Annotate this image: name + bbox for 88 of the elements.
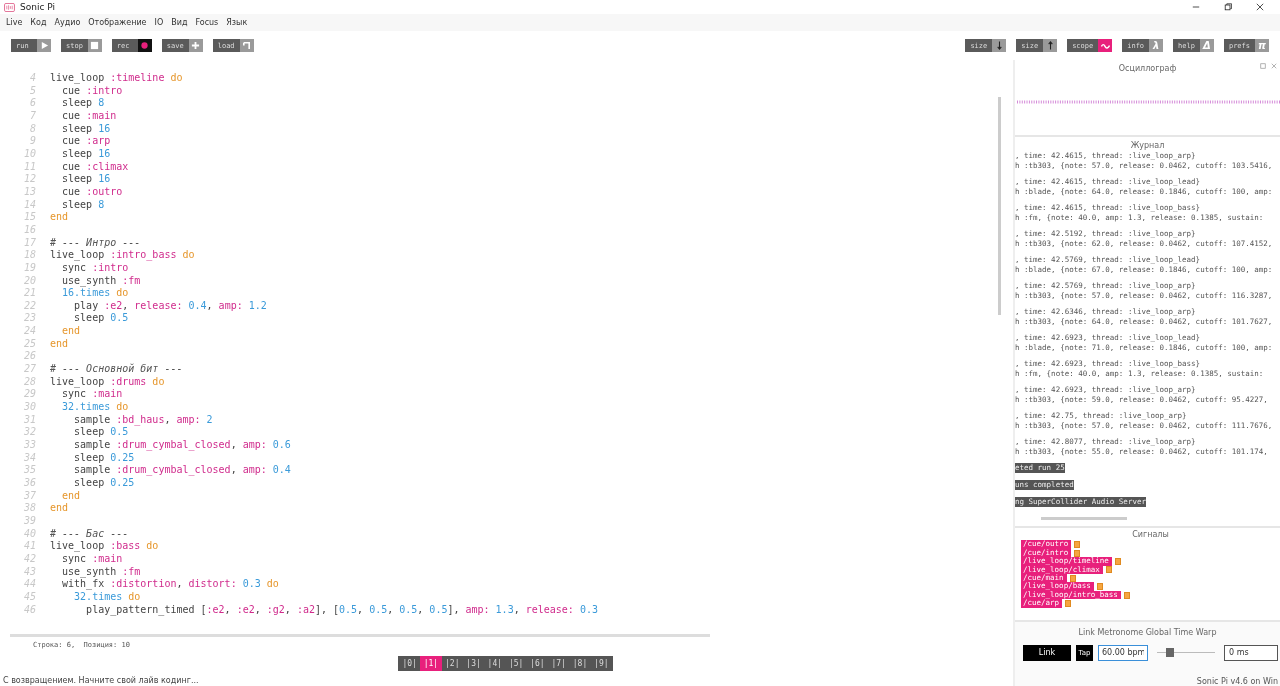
menu-item[interactable]: Live [6, 18, 23, 27]
version-label: Sonic Pi v4.6 on Win [1196, 677, 1278, 686]
buffer-tab[interactable]: |9| [590, 655, 612, 671]
code-line: 32.times do [73, 590, 141, 604]
code-line: end [61, 489, 81, 503]
code-line: # --- Основной бит --- [50, 363, 183, 376]
code-line: sleep 16 [61, 122, 111, 136]
code-line: sample :drum_cymbal_closed, amp: 0.6 [73, 439, 291, 452]
code-line: cue :outro [61, 185, 123, 199]
maximize-icon[interactable] [1224, 3, 1232, 11]
cue-indicator-icon [1069, 574, 1076, 582]
menu-item[interactable]: Focus [195, 18, 219, 27]
buffer-tab[interactable]: |4| [484, 655, 506, 671]
time-warp-slider[interactable] [1157, 648, 1215, 658]
code-line: end [50, 502, 69, 515]
code-line: end [50, 211, 69, 224]
code-line: live_loop :drums do [50, 375, 165, 389]
code-line: sleep 16 [61, 173, 111, 186]
code-line: sample :bd_haus, amp: 2 [73, 413, 213, 427]
code-line: use_synth :fm [61, 274, 141, 288]
window-title: Sonic Pi [20, 2, 55, 12]
bpm-field[interactable]: 60.00 bpm [1098, 644, 1148, 661]
code-line: sleep 8 [61, 198, 105, 212]
stop-icon[interactable] [90, 41, 100, 50]
buffer-tab[interactable]: |5| [505, 655, 527, 671]
code-line: use_synth :fm [61, 565, 141, 579]
code-line: live_loop :bass do [50, 540, 159, 553]
cue-indicator-icon [1096, 583, 1103, 591]
buffer-tab[interactable]: |6| [526, 655, 549, 671]
code-line: end [50, 337, 69, 351]
code-line: live_loop :intro_bass do [50, 249, 195, 262]
code-line: end [61, 325, 81, 338]
time-warp-field[interactable]: 0 ms [1224, 644, 1278, 661]
menu-item[interactable]: Аудио [54, 18, 81, 27]
code-line: sync :intro [61, 261, 129, 275]
code-line: sync :main [61, 552, 123, 566]
menu-item[interactable]: Вид [171, 18, 188, 27]
buffer-tab[interactable]: |8| [569, 655, 591, 671]
panel-title: Link Metronome Global Time Warp [1078, 627, 1217, 637]
load-icon[interactable] [242, 41, 252, 50]
buffer-tab[interactable]: |7| [548, 655, 570, 671]
code-line: 16.times do [61, 287, 129, 300]
code-line: sleep 0.5 [73, 426, 129, 440]
status-message: С возвращением. Начните свой лайв кодинг... [3, 675, 199, 685]
code-line: sleep 8 [61, 97, 105, 110]
buffer-tab[interactable]: |3| [462, 655, 485, 671]
minimize-icon[interactable] [1192, 3, 1200, 11]
code-line: sync :main [61, 388, 123, 402]
plus-icon[interactable] [191, 41, 201, 50]
play-icon[interactable] [39, 41, 49, 50]
cue-indicator-icon [1123, 591, 1130, 599]
buffer-tab[interactable]: |0| [399, 655, 421, 671]
link-button[interactable]: Link [1023, 644, 1071, 661]
code-line: with_fx :distortion, distort: 0.3 do [61, 578, 279, 591]
code-line: play_pattern_timed [:e2, :e2, :g2, :a2], [0.5, 0.5, 0.5, 0.5], amp: 1.3, release: 0.3 [85, 603, 598, 617]
arrow-down-icon[interactable] [994, 41, 1004, 50]
close-icon[interactable] [1256, 3, 1264, 11]
record-icon[interactable] [140, 41, 150, 50]
panel-title: Сигналы [1132, 529, 1169, 539]
scrollbar[interactable] [1041, 516, 1127, 520]
panel-title: Осциллограф [1118, 64, 1177, 73]
buffer-tab[interactable]: |1| [420, 655, 442, 671]
arrow-up-icon[interactable] [1045, 41, 1055, 50]
code-line: # --- Бас --- [50, 527, 129, 541]
cue-indicator-icon [1065, 600, 1072, 607]
code-line: sleep 0.25 [73, 477, 135, 490]
panel-title: Журнал [1130, 140, 1165, 150]
menu-item[interactable]: Отображение [88, 18, 147, 27]
menu-item[interactable]: IO [154, 18, 164, 27]
code-line: play :e2, release: 0.4, amp: 1.2 [73, 299, 267, 313]
code-line: sleep 0.5 [73, 312, 129, 326]
wave-icon[interactable] [1100, 41, 1110, 50]
scrollbar[interactable] [10, 634, 710, 637]
buffer-tab[interactable]: |2| [441, 655, 463, 671]
code-line: cue :intro [61, 84, 123, 98]
code-line: sleep 16 [61, 147, 111, 161]
menu-item[interactable]: Язык [226, 18, 248, 27]
code-line: cue :climax [61, 160, 129, 174]
menu-item[interactable]: Код [30, 18, 47, 27]
code-line: cue :arp [61, 135, 111, 148]
code-line: sample :drum_cymbal_closed, amp: 0.4 [73, 464, 291, 477]
code-line: # --- Интро --- [50, 236, 141, 250]
code-line: sleep 0.25 [73, 451, 135, 465]
code-line: live_loop :timeline do [50, 72, 183, 85]
code-line: 32.times do [61, 401, 129, 414]
code-line: cue :main [61, 109, 117, 123]
float-icon[interactable] [1260, 63, 1266, 69]
scrollbar[interactable] [998, 97, 1001, 315]
